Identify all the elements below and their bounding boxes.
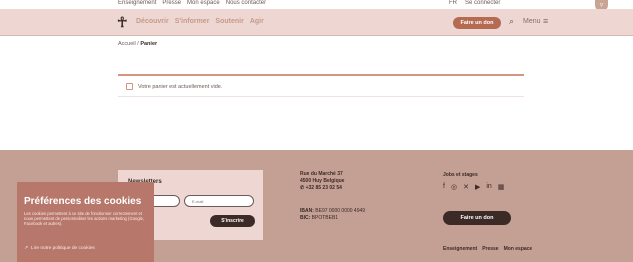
menu-label[interactable]: Menu — [523, 18, 541, 25]
bic-label: BIC: — [300, 215, 311, 221]
hamburger-icon[interactable]: ≡ — [543, 17, 548, 26]
cookie-policy-link[interactable]: ↗ Lire notre politique de cookies — [24, 246, 95, 251]
empty-cart-notice: Votre panier est actuellement vide. — [118, 77, 524, 97]
bank-details: IBAN: BE97 0000 0000 4949 BIC: BPOTBEB1 — [300, 208, 365, 222]
extra-social-icon[interactable]: ▦ — [498, 183, 505, 191]
cart-empty-icon — [126, 83, 133, 90]
nav-item-agir[interactable]: Agir — [250, 18, 264, 25]
iban-row: IBAN: BE97 0000 0000 4949 — [300, 208, 365, 215]
jobs-link[interactable]: Jobs et stages — [443, 172, 478, 178]
footer-link-mon-espace[interactable]: Mon espace — [504, 246, 533, 252]
utility-link-contact[interactable]: Nous contacter — [226, 0, 266, 7]
utility-link-presse[interactable]: Presse — [162, 0, 181, 7]
external-link-icon: ↗ — [24, 246, 29, 251]
twitter-icon[interactable]: ✕ — [463, 183, 469, 191]
main-menu: Découvrir S'informer Soutenir Agir — [136, 18, 264, 25]
newsletter-submit-button[interactable]: S'inscrire — [210, 215, 255, 227]
nav-item-decouvrir[interactable]: Découvrir — [136, 18, 169, 25]
breadcrumb-home[interactable]: Accueil — [118, 41, 136, 47]
nav-item-soutenir[interactable]: Soutenir — [215, 18, 243, 25]
footer-links: Enseignement Presse Mon espace — [443, 246, 532, 252]
phone-number[interactable]: ✆ +32 85 23 02 54 — [300, 185, 344, 192]
youtube-icon[interactable]: ▶ — [475, 183, 480, 191]
nav-item-sinformer[interactable]: S'informer — [175, 18, 210, 25]
linkedin-icon[interactable]: in — [486, 183, 491, 191]
phone-text: +32 85 23 02 54 — [305, 185, 342, 191]
utility-links: Enseignement Presse Mon espace Nous cont… — [118, 0, 266, 7]
breadcrumb: Accueil / Panier — [118, 41, 157, 47]
bic-row: BIC: BPOTBEB1 — [300, 215, 365, 222]
utility-link-mon-espace[interactable]: Mon espace — [187, 0, 220, 7]
logo-icon[interactable]: ☥ — [117, 15, 131, 30]
footer-link-enseignement[interactable]: Enseignement — [443, 246, 477, 252]
cookie-description: Les cookies permettent à ce site de fonc… — [24, 211, 145, 226]
cookie-preferences-panel: Préférences des cookies Les cookies perm… — [17, 182, 154, 262]
breadcrumb-current: Panier — [140, 41, 158, 47]
main-navigation: ☥ Découvrir S'informer Soutenir Agir Fai… — [0, 9, 633, 36]
empty-cart-message: Votre panier est actuellement vide. — [138, 84, 223, 90]
utility-link-enseignement[interactable]: Enseignement — [118, 0, 156, 7]
utility-right: FR Se connecter — [449, 0, 500, 7]
notice-accent-line — [118, 74, 524, 76]
donate-button[interactable]: Faire un don — [453, 17, 501, 29]
address-line2: 4500 Huy Belgique — [300, 178, 345, 184]
iban-label: IBAN: — [300, 208, 314, 214]
bic-value: BPOTBEB1 — [311, 215, 339, 221]
instagram-icon[interactable]: ◎ — [451, 183, 457, 191]
footer-link-presse[interactable]: Presse — [482, 246, 498, 252]
cookie-policy-text: Lire notre politique de cookies — [31, 246, 95, 251]
social-links: f ◎ ✕ ▶ in ▦ — [443, 183, 504, 191]
search-icon[interactable]: ⌕ — [509, 16, 514, 27]
newsletter-email-input[interactable] — [184, 195, 254, 207]
address-line1: Rue du Marché 37 — [300, 171, 343, 177]
facebook-icon[interactable]: f — [443, 183, 445, 191]
iban-value: BE97 0000 0000 4949 — [315, 208, 366, 214]
language-switcher[interactable]: FR — [449, 0, 457, 7]
footer-address: Rue du Marché 37 4500 Huy Belgique ✆ +32… — [300, 171, 344, 192]
footer-donate-button[interactable]: Faire un don — [443, 211, 511, 225]
top-utility-bar: Enseignement Presse Mon espace Nous cont… — [0, 0, 633, 11]
cookie-title: Préférences des cookies — [24, 196, 142, 207]
login-link[interactable]: Se connecter — [465, 0, 500, 7]
